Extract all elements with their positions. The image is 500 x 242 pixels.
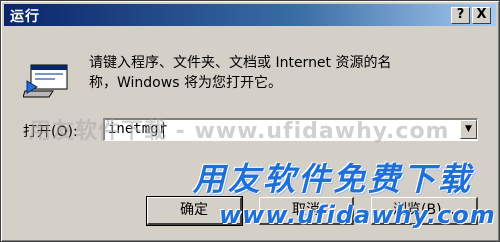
watermark-text-gray: 用友软件下载 - www.ufidawhy.com [29,119,450,144]
watermark-url-blue: www.ufidawhy.com [219,201,496,229]
close-button[interactable]: X [472,7,491,24]
help-button[interactable]: ? [451,7,470,24]
run-icon [23,64,68,98]
run-dialog: 运行 ? X 请键入程序、文件夹、文档或 Internet 资源的名 称，Win… [0,0,500,242]
chevron-down-icon[interactable]: ▼ [460,120,477,139]
window-title: 运行 [10,9,40,25]
instruction-line-1: 请键入程序、文件夹、文档或 Internet 资源的名 [89,55,392,71]
instruction-line-2: 称，Windows 将为您打开它。 [89,75,282,91]
watermark-text-blue: 用友软件免费下载 [193,160,474,198]
instruction-text: 请键入程序、文件夹、文档或 Internet 资源的名 称，Windows 将为… [89,53,489,93]
title-bar[interactable]: 运行 ? X [4,4,496,26]
